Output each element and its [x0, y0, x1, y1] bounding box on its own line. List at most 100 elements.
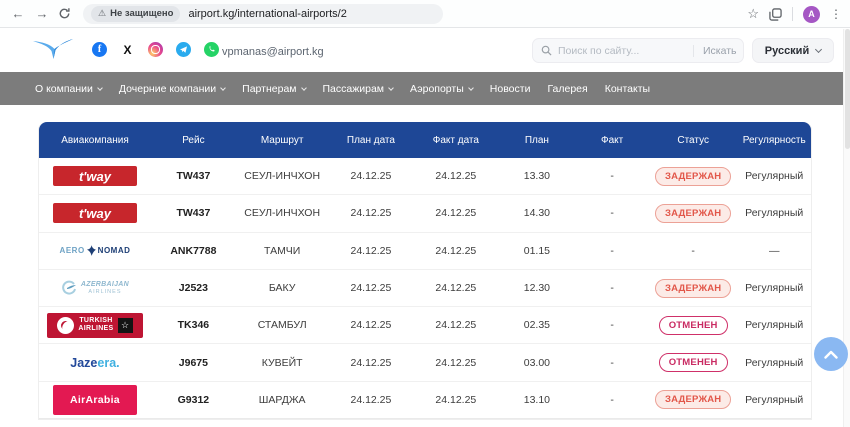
- table-row: Jaze era. J9675 КУВЕЙТ 24.12.25 24.12.25…: [39, 344, 811, 381]
- regularity: Регулярный: [738, 207, 811, 219]
- manas-airport-logo[interactable]: [32, 38, 74, 62]
- chevron-down-icon: [301, 85, 307, 91]
- col-airline: Авиакомпания: [39, 135, 151, 146]
- instagram-icon[interactable]: [148, 42, 163, 57]
- page-scrollbar[interactable]: [843, 29, 850, 427]
- forward-icon[interactable]: →: [30, 6, 54, 21]
- plan-time: 14.30: [498, 207, 575, 219]
- fact-date: 24.12.25: [413, 245, 498, 257]
- chevron-down-icon: [388, 85, 394, 91]
- nav-item-passengers[interactable]: Пассажирам: [323, 83, 394, 95]
- page: ← → ⚠ Не защищено airport.kg/internation…: [0, 0, 850, 427]
- col-regularity: Регулярность: [738, 135, 811, 146]
- fact-date: 24.12.25: [413, 357, 498, 369]
- fact-date: 24.12.25: [413, 394, 498, 406]
- search-input[interactable]: [558, 45, 693, 57]
- nav-item-airports[interactable]: Аэропорты: [410, 83, 473, 95]
- turkish-bird-icon: [57, 317, 74, 334]
- reload-icon[interactable]: [58, 7, 71, 20]
- route: БАКУ: [236, 282, 329, 294]
- nav-item-gallery[interactable]: Галерея: [547, 83, 587, 95]
- nav-item-contacts[interactable]: Контакты: [605, 83, 650, 95]
- menu-icon[interactable]: ⋮: [830, 7, 842, 21]
- contact-email[interactable]: vpmanas@airport.kg: [222, 46, 324, 58]
- flight-number: TW437: [151, 170, 236, 182]
- browser-toolbar: ← → ⚠ Не защищено airport.kg/internation…: [0, 0, 850, 28]
- flight-number: ANK7788: [151, 245, 236, 257]
- plan-date: 24.12.25: [328, 170, 413, 182]
- route: СЕУЛ-ИНЧХОН: [236, 207, 329, 219]
- scrollbar-thumb[interactable]: [845, 29, 850, 149]
- col-status: Статус: [649, 135, 738, 146]
- language-selector[interactable]: Русский: [752, 38, 834, 63]
- chevron-down-icon: [468, 85, 474, 91]
- search-button[interactable]: Искать: [693, 45, 737, 57]
- nav-item-subsidiaries[interactable]: Дочерние компании: [119, 83, 225, 95]
- route: СЕУЛ-ИНЧХОН: [236, 170, 329, 182]
- turkish-airlines-logo: TURKISH AIRLINES ☆: [47, 313, 143, 338]
- table-row: AirArabia G9312 ШАРДЖА 24.12.25 24.12.25…: [39, 382, 811, 419]
- status-badge: ЗАДЕРЖАН: [655, 204, 731, 223]
- regularity: Регулярный: [738, 319, 811, 331]
- aero-nomad-logo: AERO NOMAD: [60, 245, 131, 256]
- tway-logo: t'way: [53, 203, 137, 223]
- nav-item-partners[interactable]: Партнерам: [242, 83, 305, 95]
- star-icon: ☆: [118, 318, 133, 333]
- table-row: AZERBAIJAN AIRLINES J2523 БАКУ 24.12.25 …: [39, 270, 811, 307]
- table-row: t'way TW437 СЕУЛ-ИНЧХОН 24.12.25 24.12.2…: [39, 195, 811, 232]
- plan-date: 24.12.25: [328, 394, 413, 406]
- col-fact-time: Факт: [575, 135, 648, 146]
- status-badge: ОТМЕНЕН: [659, 316, 728, 335]
- table-header-row: Авиакомпания Рейс Маршрут План дата Факт…: [39, 122, 811, 158]
- status-text: -: [649, 245, 738, 257]
- security-chip[interactable]: ⚠ Не защищено: [91, 6, 180, 22]
- table-row: TURKISH AIRLINES ☆ TK346 СТАМБУЛ 24.12.2…: [39, 307, 811, 344]
- azerbaijan-airlines-logo: AZERBAIJAN AIRLINES: [61, 280, 129, 296]
- status-badge: ОТМЕНЕН: [659, 353, 728, 372]
- address-bar[interactable]: ⚠ Не защищено airport.kg/international-a…: [83, 4, 443, 24]
- url-text[interactable]: airport.kg/international-airports/2: [188, 8, 346, 20]
- status-badge: ЗАДЕРЖАН: [655, 279, 731, 298]
- flight-number: TW437: [151, 207, 236, 219]
- flight-number: G9312: [151, 394, 236, 406]
- flight-number: J9675: [151, 357, 236, 369]
- fact-time: -: [575, 245, 648, 257]
- back-icon[interactable]: ←: [6, 6, 30, 21]
- plan-date: 24.12.25: [328, 357, 413, 369]
- regularity: Регулярный: [738, 357, 811, 369]
- nav-item-news[interactable]: Новости: [490, 83, 531, 95]
- search-icon: [541, 45, 552, 56]
- fact-date: 24.12.25: [413, 282, 498, 294]
- fact-time: -: [575, 319, 648, 331]
- table-row: AERO NOMAD ANK7788 ТАМЧИ 24.12.25 24.12.…: [39, 233, 811, 270]
- regularity: Регулярный: [738, 394, 811, 406]
- whatsapp-icon[interactable]: [204, 42, 219, 57]
- plan-date: 24.12.25: [328, 282, 413, 294]
- site-search: Искать: [532, 38, 744, 63]
- tab-search-icon[interactable]: [769, 8, 782, 21]
- tway-logo: t'way: [53, 166, 137, 186]
- facebook-icon[interactable]: f: [92, 42, 107, 57]
- nav-item-about[interactable]: О компании: [35, 83, 102, 95]
- bird-icon: [87, 245, 96, 256]
- table-row: t'way TW437 СЕУЛ-ИНЧХОН 24.12.25 24.12.2…: [39, 158, 811, 195]
- language-label: Русский: [765, 45, 809, 57]
- profile-avatar[interactable]: A: [803, 6, 820, 23]
- col-route: Маршрут: [236, 135, 329, 146]
- fact-time: -: [575, 170, 648, 182]
- fact-time: -: [575, 282, 648, 294]
- scroll-to-top-button[interactable]: [814, 337, 848, 371]
- swoosh-icon: [61, 280, 77, 296]
- social-links: f X: [92, 42, 219, 57]
- chevron-up-icon: [824, 350, 838, 359]
- regularity: —: [738, 245, 811, 257]
- plan-time: 03.00: [498, 357, 575, 369]
- plan-time: 13.10: [498, 394, 575, 406]
- x-icon[interactable]: X: [120, 42, 135, 57]
- chevron-down-icon: [220, 85, 226, 91]
- bookmark-icon[interactable]: ☆: [747, 6, 759, 22]
- col-fact-date: Факт дата: [413, 135, 498, 146]
- warning-icon: ⚠: [98, 8, 106, 19]
- telegram-icon[interactable]: [176, 42, 191, 57]
- plan-date: 24.12.25: [328, 245, 413, 257]
